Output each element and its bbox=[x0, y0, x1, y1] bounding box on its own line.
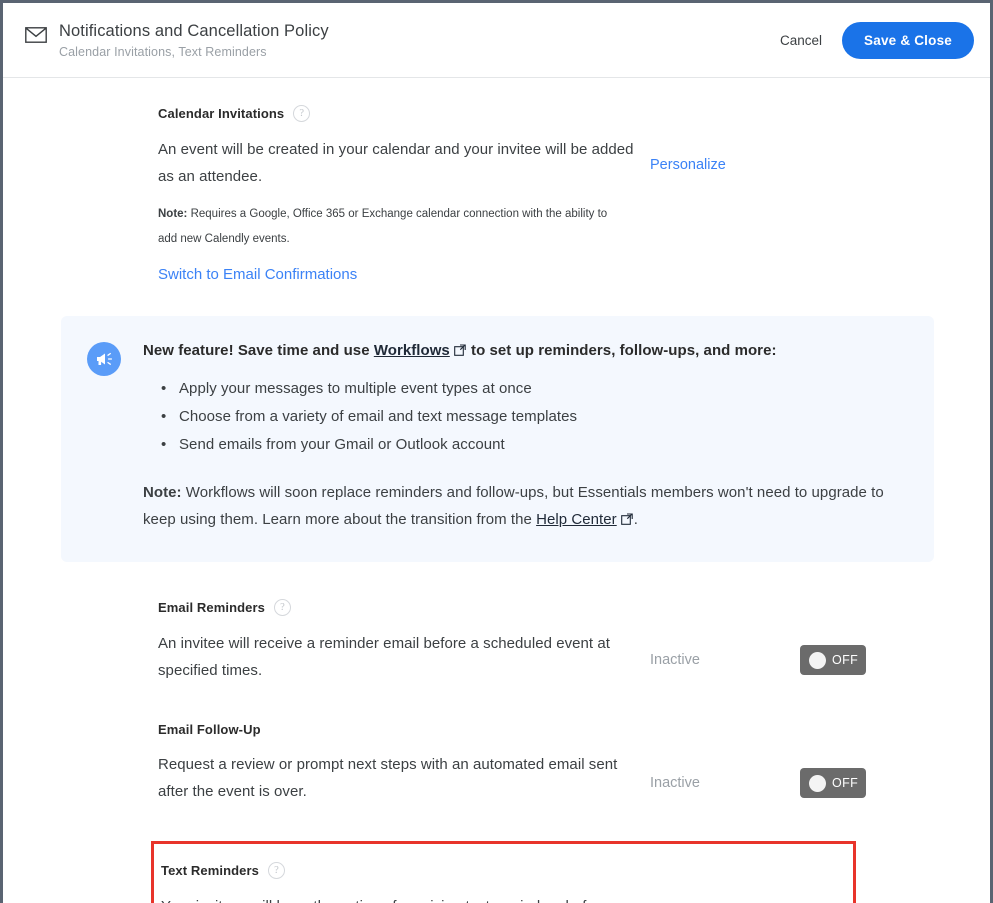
toggle-knob bbox=[809, 774, 826, 792]
section-email-reminders: Email Reminders ? An invitee will receiv… bbox=[3, 562, 990, 684]
text-reminders-title: Text Reminders bbox=[161, 863, 259, 878]
email-followup-main: Email Follow-Up Request a review or prom… bbox=[158, 722, 650, 805]
external-link-icon bbox=[453, 341, 466, 363]
banner-note-before: Workflows will soon replace reminders an… bbox=[143, 484, 884, 528]
workflows-banner: New feature! Save time and use Workflows… bbox=[61, 316, 934, 562]
section-calendar-invitations: Calendar Invitations ? An event will be … bbox=[3, 78, 990, 284]
header-title-group: Notifications and Cancellation Policy Ca… bbox=[59, 22, 329, 59]
banner-head-after: to set up reminders, follow-ups, and mor… bbox=[466, 342, 777, 359]
workflows-link[interactable]: Workflows bbox=[374, 342, 450, 359]
email-reminders-title-row: Email Reminders ? bbox=[158, 599, 650, 616]
help-icon[interactable]: ? bbox=[274, 599, 291, 616]
note-text: Requires a Google, Office 365 or Exchang… bbox=[158, 208, 608, 245]
workflows-banner-note: Note: Workflows will soon replace remind… bbox=[143, 479, 908, 534]
header-actions: Cancel Save & Close bbox=[776, 21, 974, 59]
page-header: Notifications and Cancellation Policy Ca… bbox=[3, 3, 990, 78]
toggle-knob bbox=[809, 651, 826, 669]
external-link-icon bbox=[620, 507, 633, 534]
settings-window: Notifications and Cancellation Policy Ca… bbox=[0, 0, 993, 903]
email-followup-description: Request a review or prompt next steps wi… bbox=[158, 756, 618, 800]
calendar-invitations-description: An event will be created in your calenda… bbox=[158, 141, 634, 185]
section-text-reminders: Text Reminders ? Your invitees will have… bbox=[151, 841, 856, 903]
cancel-button[interactable]: Cancel bbox=[776, 27, 826, 54]
workflows-banner-body: New feature! Save time and use Workflows… bbox=[143, 340, 908, 534]
toggle-email-followup[interactable]: OFF bbox=[800, 768, 866, 798]
status-badge-email-reminders: Inactive bbox=[650, 652, 700, 668]
header-left-group: Notifications and Cancellation Policy Ca… bbox=[25, 22, 329, 59]
text-reminders-title-row: Text Reminders ? bbox=[161, 862, 637, 879]
status-badge-email-followup: Inactive bbox=[650, 775, 700, 791]
help-icon[interactable]: ? bbox=[293, 105, 311, 122]
calendar-invitations-actions: Personalize bbox=[650, 105, 800, 173]
banner-note-after: . bbox=[633, 511, 638, 528]
banner-head-before: New feature! Save time and use bbox=[143, 342, 374, 359]
note-label: Note: bbox=[158, 208, 188, 220]
section-email-followup: Email Follow-Up Request a review or prom… bbox=[3, 684, 990, 805]
list-item: Apply your messages to multiple event ty… bbox=[143, 375, 908, 403]
email-reminders-description: An invitee will receive a reminder email… bbox=[158, 635, 610, 679]
workflows-benefit-list: Apply your messages to multiple event ty… bbox=[143, 375, 908, 459]
toggle-email-reminders[interactable]: OFF bbox=[800, 645, 866, 675]
email-reminders-main: Email Reminders ? An invitee will receiv… bbox=[158, 599, 650, 684]
calendar-invitations-title-row: Calendar Invitations ? bbox=[158, 105, 650, 122]
help-center-link[interactable]: Help Center bbox=[536, 511, 617, 528]
page-title: Notifications and Cancellation Policy bbox=[59, 21, 329, 40]
toggle-label: OFF bbox=[832, 653, 859, 667]
settings-content: Calendar Invitations ? An event will be … bbox=[3, 78, 990, 903]
text-reminders-main: Text Reminders ? Your invitees will have… bbox=[161, 862, 637, 903]
page-subtitle: Calendar Invitations, Text Reminders bbox=[59, 44, 267, 59]
calendar-invitations-main: Calendar Invitations ? An event will be … bbox=[158, 105, 650, 284]
email-followup-actions: Inactive OFF bbox=[650, 722, 866, 798]
envelope-icon bbox=[25, 26, 47, 48]
megaphone-icon bbox=[87, 342, 121, 376]
text-reminders-description: Your invitees will have the option of re… bbox=[161, 893, 637, 903]
list-item: Send emails from your Gmail or Outlook a… bbox=[143, 431, 908, 459]
calendar-invitations-note: Note: Requires a Google, Office 365 or E… bbox=[158, 202, 628, 252]
email-followup-title: Email Follow-Up bbox=[158, 722, 261, 737]
email-followup-title-row: Email Follow-Up bbox=[158, 722, 650, 737]
email-reminders-actions: Inactive OFF bbox=[650, 599, 866, 675]
email-reminders-title: Email Reminders bbox=[158, 600, 265, 615]
calendar-invitations-title: Calendar Invitations bbox=[158, 106, 285, 121]
personalize-link-calendar[interactable]: Personalize bbox=[650, 157, 800, 173]
workflows-banner-heading: New feature! Save time and use Workflows… bbox=[143, 340, 908, 363]
switch-to-email-confirmations-link[interactable]: Switch to Email Confirmations bbox=[158, 266, 357, 283]
toggle-label: OFF bbox=[832, 776, 859, 790]
help-icon[interactable]: ? bbox=[267, 862, 285, 879]
list-item: Choose from a variety of email and text … bbox=[143, 403, 908, 431]
text-reminders-actions: Personalize ON bbox=[637, 862, 853, 903]
banner-note-label: Note: bbox=[143, 484, 182, 501]
save-and-close-button[interactable]: Save & Close bbox=[842, 21, 974, 59]
